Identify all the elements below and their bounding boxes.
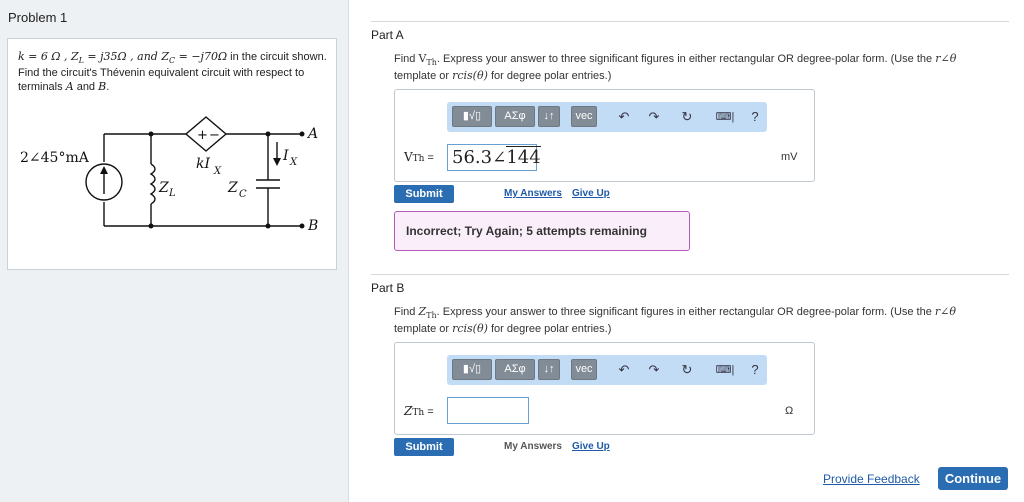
vth-equals: = <box>424 152 434 164</box>
prompt-a-line2: template or <box>394 70 453 83</box>
prompt-a-var-sub: Th <box>426 58 437 68</box>
help-button[interactable]: ? <box>746 108 764 126</box>
prompt-a-cis: rcis(θ) <box>452 69 488 83</box>
problem-box: k = 6 Ω , ZL = j35Ω , and ZC = −j70Ω in … <box>7 38 337 270</box>
prompt-b-var-sub: Th <box>426 311 437 321</box>
part-a-divider <box>371 21 1009 22</box>
math-toolbar-b: ▮√▯ ΑΣφ ↓↑ vec ↶ ↷ ↻ ⌨| ? <box>447 355 767 385</box>
prompt-b-var: Z <box>418 305 427 318</box>
zth-answer-input[interactable] <box>447 397 529 424</box>
part-b-title: Part B <box>371 281 405 295</box>
part-a-my-answers-link[interactable]: My Answers <box>504 188 562 199</box>
prompt-b-cis: rcis(θ) <box>452 322 488 336</box>
vth-var: V <box>404 150 413 164</box>
prompt-a-start: Find <box>394 53 419 65</box>
part-b-divider <box>371 274 1009 275</box>
prompt-b-start: Find <box>394 306 419 318</box>
ix-label-sub: X <box>289 157 298 168</box>
dep-source-label: kI <box>196 156 210 172</box>
part-a-give-up-link[interactable]: Give Up <box>572 188 610 199</box>
terminal-b-label: B <box>307 218 318 234</box>
vth-magnitude: 56.3 <box>452 147 493 168</box>
prompt-b-math: r∠θ <box>934 305 957 318</box>
zl-label: Z <box>158 180 169 196</box>
templates-button[interactable]: ▮√▯ <box>452 106 492 127</box>
keyboard-icon[interactable]: ⌨| <box>713 361 737 379</box>
arrows-button[interactable]: ↓↑ <box>538 359 560 380</box>
reset-icon[interactable]: ↻ <box>678 361 696 379</box>
vth-unit: mV <box>781 151 798 163</box>
reset-icon[interactable]: ↻ <box>678 108 696 126</box>
diamond-plus: + <box>197 128 208 143</box>
zl-label-sub: L <box>168 188 176 199</box>
source-label: 2∠45°mA <box>20 150 90 166</box>
prompt-b-end: for degree polar entries.) <box>487 323 612 336</box>
terminal-b-text: B <box>98 80 107 94</box>
zc-value: = −j70Ω <box>175 50 228 63</box>
problem-title: Problem 1 <box>8 10 68 25</box>
prompt-a-math: r∠θ <box>935 52 957 65</box>
zth-label: ZTh = <box>404 404 434 418</box>
redo-icon[interactable]: ↷ <box>645 361 663 379</box>
undo-icon[interactable]: ↶ <box>615 108 633 126</box>
terminal-a-text: A <box>65 80 74 94</box>
vth-answer-input[interactable]: 56.3∠144 <box>447 144 541 171</box>
vth-label: VTh = <box>404 150 434 164</box>
prompt-a-end: for degree polar entries.) <box>487 70 612 83</box>
k-value: k = 6 Ω , Z <box>18 50 79 63</box>
part-a-submit-button[interactable]: Submit <box>394 185 454 203</box>
keyboard-icon[interactable]: ⌨| <box>713 108 737 126</box>
zth-equals: = <box>424 406 434 418</box>
templates-button[interactable]: ▮√▯ <box>452 359 492 380</box>
prompt-b-line2: template or <box>394 323 453 336</box>
redo-icon[interactable]: ↷ <box>645 108 663 126</box>
undo-icon[interactable]: ↶ <box>615 361 633 379</box>
zc-label-sub: C <box>239 189 247 200</box>
arrows-button[interactable]: ↓↑ <box>538 106 560 127</box>
zth-var-sub: Th <box>412 408 425 418</box>
part-b-give-up-link[interactable]: Give Up <box>572 441 610 452</box>
period-text: . <box>106 81 110 94</box>
circuit-svg: + − 2∠45°mA Z L kI X Z C I X A B <box>20 116 318 234</box>
math-toolbar-a: ▮√▯ ΑΣφ ↓↑ vec ↶ ↷ ↻ ⌨| ? <box>447 102 767 132</box>
part-b-submit-button[interactable]: Submit <box>394 438 454 456</box>
vec-button[interactable]: vec <box>571 106 597 127</box>
vec-button[interactable]: vec <box>571 359 597 380</box>
terminal-a-label: A <box>306 126 318 142</box>
and-text: and <box>73 81 99 94</box>
part-a-prompt: Find VTh. Express your answer to three s… <box>394 52 1004 83</box>
prompt-a-mid: . Express your answer to three significa… <box>436 53 936 65</box>
dep-source-sub: X <box>213 166 222 177</box>
ix-label: I <box>282 148 289 164</box>
continue-button[interactable]: Continue <box>938 467 1008 490</box>
part-b-my-answers-link[interactable]: My Answers <box>504 441 562 452</box>
part-a-title: Part A <box>371 28 404 42</box>
part-a-answer-box: ▮√▯ ΑΣφ ↓↑ vec ↶ ↷ ↻ ⌨| ? VTh = 56.3∠144… <box>394 89 815 182</box>
zc-label: Z <box>227 180 238 196</box>
greek-button[interactable]: ΑΣφ <box>495 359 535 380</box>
part-a-feedback: Incorrect; Try Again; 5 attempts remaini… <box>394 211 690 251</box>
part-b-answer-box: ▮√▯ ΑΣφ ↓↑ vec ↶ ↷ ↻ ⌨| ? ZTh = Ω <box>394 342 815 435</box>
help-button[interactable]: ? <box>746 361 764 379</box>
zl-value: = j35Ω , and Z <box>83 50 169 63</box>
vth-var-sub: Th <box>412 154 425 164</box>
zth-unit: Ω <box>785 405 794 417</box>
vth-angle: 144 <box>506 146 541 168</box>
provide-feedback-link[interactable]: Provide Feedback <box>823 472 920 486</box>
greek-button[interactable]: ΑΣφ <box>495 106 535 127</box>
part-b-prompt: Find ZTh. Express your answer to three s… <box>394 305 1004 336</box>
problem-statement: k = 6 Ω , ZL = j35Ω , and ZC = −j70Ω in … <box>18 50 330 94</box>
prompt-b-mid: . Express your answer to three significa… <box>436 306 935 318</box>
circuit-diagram: + − 2∠45°mA Z L kI X Z C I X A B <box>18 104 326 256</box>
problem-pane: Problem 1 k = 6 Ω , ZL = j35Ω , and ZC =… <box>0 0 349 502</box>
diamond-minus: − <box>209 128 220 143</box>
